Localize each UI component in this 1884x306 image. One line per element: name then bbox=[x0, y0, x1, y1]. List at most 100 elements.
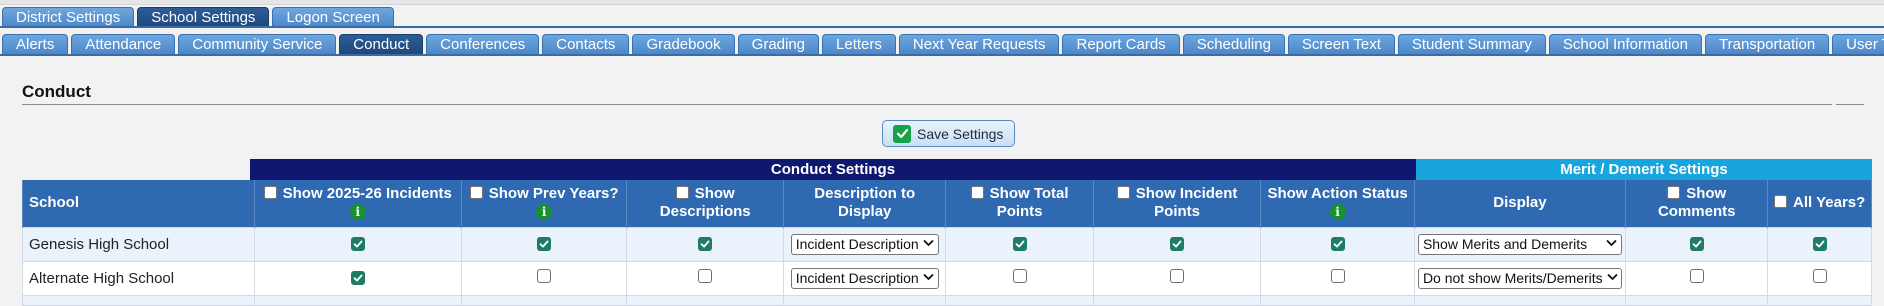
show-descriptions-checkbox[interactable] bbox=[698, 236, 713, 251]
cell-show-total-points bbox=[945, 260, 1094, 296]
col-show-action-status: Show Action Status i bbox=[1260, 180, 1415, 227]
tab-school-information[interactable]: School Information bbox=[1548, 34, 1702, 55]
cell-show-comments bbox=[1625, 226, 1769, 262]
checkmark-icon bbox=[353, 240, 363, 247]
tab-logon-screen[interactable]: Logon Screen bbox=[272, 7, 394, 28]
tab-conduct[interactable]: Conduct bbox=[339, 34, 424, 55]
display-select[interactable]: Do not show Merits/Demerits bbox=[1417, 267, 1622, 289]
select-all-checkbox[interactable] bbox=[1774, 195, 1788, 209]
merit-demerit-settings-band: Merit / Demerit Settings bbox=[1416, 159, 1872, 180]
col-description-to-display: Description to Display bbox=[782, 180, 947, 227]
cell-show-comments bbox=[1625, 260, 1769, 296]
tab-alerts[interactable]: Alerts bbox=[2, 34, 69, 55]
cell-show-total-points bbox=[945, 226, 1094, 262]
cell-show-descriptions bbox=[626, 226, 784, 262]
select-all-checkbox[interactable] bbox=[675, 186, 689, 200]
tab-conferences[interactable]: Conferences bbox=[426, 34, 540, 55]
show-total-points-checkbox[interactable] bbox=[1012, 269, 1027, 283]
col-show-incident-points: Show Incident Points bbox=[1092, 180, 1262, 227]
cell-display: Do not show Merits/Demerits bbox=[1413, 260, 1627, 296]
table-row: Genesis High School Incident Description S… bbox=[22, 226, 1872, 262]
show-prev-years-checkbox[interactable] bbox=[537, 236, 552, 251]
tab-community-service[interactable]: Community Service bbox=[178, 34, 337, 55]
cell-show-incident-points bbox=[1092, 260, 1262, 296]
tab-grading[interactable]: Grading bbox=[737, 34, 820, 55]
show-action-status-checkbox[interactable] bbox=[1330, 269, 1345, 283]
tab-letters[interactable]: Letters bbox=[822, 34, 896, 55]
select-all-checkbox[interactable] bbox=[469, 186, 483, 200]
show-incident-points-checkbox[interactable] bbox=[1170, 269, 1185, 283]
cell-show-descriptions bbox=[626, 260, 784, 296]
empty-cell bbox=[945, 294, 1094, 306]
chevron-down-icon bbox=[1606, 238, 1617, 250]
empty-cell bbox=[626, 294, 784, 306]
empty-cell bbox=[782, 294, 947, 306]
all-years-checkbox[interactable] bbox=[1812, 269, 1827, 283]
tab-screen-text[interactable]: Screen Text bbox=[1287, 34, 1395, 55]
tab-gradebook[interactable]: Gradebook bbox=[632, 34, 735, 55]
select-all-checkbox[interactable] bbox=[1667, 186, 1681, 200]
cell-show-incidents bbox=[253, 260, 462, 296]
description-select[interactable]: Incident Description bbox=[790, 233, 939, 255]
tab-user-text-flags[interactable]: User Text/Flags bbox=[1832, 34, 1884, 55]
show-action-status-checkbox[interactable] bbox=[1330, 236, 1345, 251]
checkmark-icon bbox=[1815, 240, 1825, 247]
empty-cell bbox=[22, 294, 255, 306]
cell-show-prev-years bbox=[460, 260, 628, 296]
tab-school-settings[interactable]: School Settings bbox=[137, 7, 270, 28]
select-all-checkbox[interactable] bbox=[263, 186, 277, 200]
all-years-checkbox[interactable] bbox=[1812, 236, 1827, 251]
show-comments-checkbox[interactable] bbox=[1689, 269, 1704, 283]
col-show-comments: Show Comments bbox=[1625, 180, 1769, 227]
select-value: Show Merits and Demerits bbox=[1422, 236, 1588, 252]
cell-all-years bbox=[1767, 260, 1872, 296]
info-icon[interactable]: i bbox=[349, 204, 366, 221]
checkmark-icon bbox=[700, 240, 710, 247]
empty-cell bbox=[1260, 294, 1415, 306]
save-settings-button[interactable]: Save Settings bbox=[882, 120, 1015, 147]
show-prev-years-checkbox[interactable] bbox=[537, 269, 552, 283]
table-row: Alternate High School Incident Descriptio… bbox=[22, 260, 1872, 296]
select-value: Do not show Merits/Demerits bbox=[1422, 270, 1603, 286]
select-all-checkbox[interactable] bbox=[1116, 186, 1130, 200]
show-incidents-checkbox[interactable] bbox=[350, 236, 365, 251]
tab-scheduling[interactable]: Scheduling bbox=[1182, 34, 1285, 55]
col-display: Display bbox=[1413, 180, 1627, 227]
title-divider bbox=[1836, 104, 1864, 105]
chevron-down-icon bbox=[1607, 272, 1618, 284]
tab-contacts[interactable]: Contacts bbox=[542, 34, 630, 55]
empty-cell bbox=[1413, 294, 1627, 306]
settings-category-tabs: Alerts Attendance Community Service Cond… bbox=[0, 34, 1884, 55]
table-header-row: School Show 2025-26 Incidents i Show Pre… bbox=[22, 180, 1872, 227]
show-comments-checkbox[interactable] bbox=[1689, 236, 1704, 251]
col-show-descriptions: Show Descriptions bbox=[626, 180, 784, 227]
tab-district-settings[interactable]: District Settings bbox=[2, 7, 135, 28]
table-row bbox=[22, 294, 1872, 306]
cell-show-action-status bbox=[1260, 260, 1415, 296]
show-incident-points-checkbox[interactable] bbox=[1170, 236, 1185, 251]
info-icon[interactable]: i bbox=[1329, 204, 1346, 221]
checkmark-icon bbox=[893, 124, 911, 143]
select-all-checkbox[interactable] bbox=[970, 186, 984, 200]
show-descriptions-checkbox[interactable] bbox=[698, 269, 713, 283]
tab-divider bbox=[0, 54, 1884, 56]
show-total-points-checkbox[interactable] bbox=[1012, 236, 1027, 251]
tab-report-cards[interactable]: Report Cards bbox=[1062, 34, 1180, 55]
tab-student-summary[interactable]: Student Summary bbox=[1397, 34, 1546, 55]
select-value: Incident Description bbox=[795, 270, 919, 286]
info-icon[interactable]: i bbox=[536, 204, 553, 221]
col-school: School bbox=[22, 180, 255, 227]
select-value: Incident Description bbox=[795, 236, 919, 252]
cell-all-years bbox=[1767, 226, 1872, 262]
checkmark-icon bbox=[1172, 240, 1182, 247]
tab-next-year-requests[interactable]: Next Year Requests bbox=[898, 34, 1060, 55]
tab-attendance[interactable]: Attendance bbox=[71, 34, 176, 55]
description-select[interactable]: Incident Description bbox=[790, 267, 939, 289]
school-name: Alternate High School bbox=[22, 260, 255, 296]
tab-transportation[interactable]: Transportation bbox=[1705, 34, 1830, 55]
display-select[interactable]: Show Merits and Demerits bbox=[1417, 233, 1622, 255]
show-incidents-checkbox[interactable] bbox=[350, 270, 365, 285]
empty-cell bbox=[1092, 294, 1262, 306]
tab-divider bbox=[0, 26, 1884, 28]
settings-table: School Show 2025-26 Incidents i Show Pre… bbox=[22, 180, 1872, 306]
